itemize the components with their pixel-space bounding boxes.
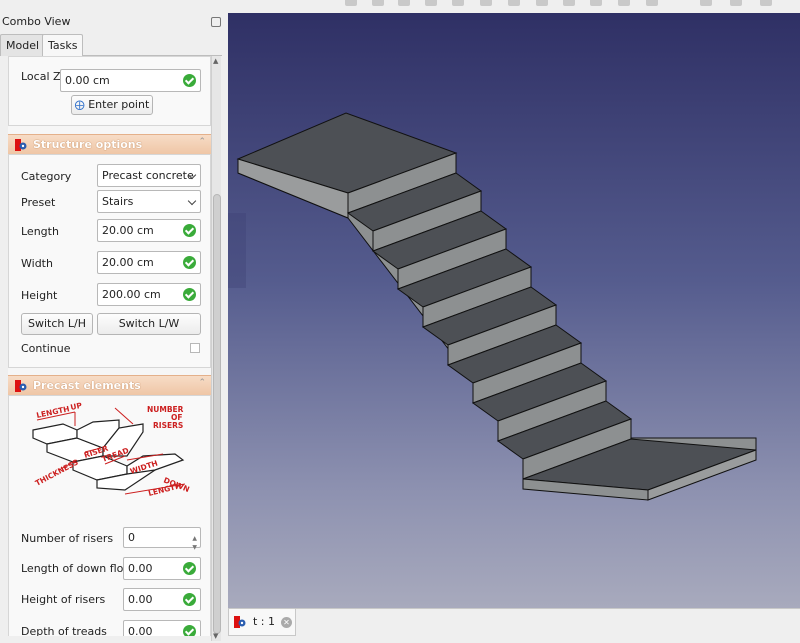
category-dropdown[interactable]: Precast concrete (97, 164, 201, 187)
down-floor-value: 0.00 (128, 562, 153, 575)
number-of-risers-value: 0 (128, 531, 135, 544)
precast-elements-title: Precast elements (33, 379, 141, 392)
height-of-risers-value: 0.00 (128, 593, 153, 606)
category-value: Precast concrete (102, 169, 194, 182)
switch-lw-button[interactable]: Switch L/W (97, 313, 201, 335)
valid-check-icon (183, 256, 196, 269)
number-of-risers-label: Number of risers (21, 532, 114, 545)
local-z-label: Local Z (21, 70, 61, 83)
spin-down-icon[interactable]: ▼ (192, 538, 197, 557)
length-value: 20.00 cm (102, 224, 154, 237)
collapse-icon[interactable]: ⌃ (198, 378, 206, 388)
precast-elements-header[interactable]: Precast elements ⌃ (8, 375, 211, 395)
structure-options-header[interactable]: Structure options ⌃ (8, 134, 211, 154)
crosshair-icon: ⨁ (74, 100, 85, 111)
toolbar-button[interactable] (700, 0, 712, 6)
length-field[interactable]: 20.00 cm (97, 219, 201, 242)
toolbar-button[interactable] (452, 0, 464, 6)
preset-value: Stairs (102, 195, 134, 208)
valid-check-icon (183, 593, 196, 606)
depth-of-treads-value: 0.00 (128, 625, 153, 636)
stairs-diagram: LENGTH UP NUMBER OF RISERS RISER TREAD T… (32, 401, 191, 498)
down-floor-label: Length of down floor (21, 562, 135, 575)
preset-dropdown[interactable]: Stairs (97, 190, 201, 213)
document-tabbar: t : 1 ✕ (228, 608, 800, 643)
valid-check-icon (183, 625, 196, 636)
toolbar-button[interactable] (508, 0, 520, 6)
toolbar-button[interactable] (398, 0, 410, 6)
diagram-label-risers: RISERS (153, 421, 183, 430)
toolbar-button[interactable] (563, 0, 575, 6)
height-of-risers-field[interactable]: 0.00 (123, 588, 201, 611)
toolbar-button[interactable] (730, 0, 742, 6)
width-label: Width (21, 257, 53, 270)
task-panel-scrollbar[interactable]: ▲ ▼ (211, 56, 221, 641)
switch-lh-button[interactable]: Switch L/H (21, 313, 93, 335)
toolbar-button[interactable] (618, 0, 630, 6)
toolbar-strip (0, 0, 800, 8)
height-value: 200.00 cm (102, 288, 161, 301)
undock-icon[interactable] (211, 17, 221, 27)
chevron-down-icon (187, 196, 197, 206)
diagram-label-up: UP (70, 401, 84, 412)
precast-elements-body: LENGTH UP NUMBER OF RISERS RISER TREAD T… (8, 395, 211, 636)
valid-check-icon (183, 224, 196, 237)
scroll-up-icon[interactable]: ▲ (213, 57, 218, 65)
toolbar-button[interactable] (590, 0, 602, 6)
height-label: Height (21, 289, 58, 302)
continue-checkbox[interactable] (190, 343, 200, 353)
width-field[interactable]: 20.00 cm (97, 251, 201, 274)
valid-check-icon (183, 74, 196, 87)
scroll-down-icon[interactable]: ▼ (213, 632, 218, 640)
valid-check-icon (183, 562, 196, 575)
width-value: 20.00 cm (102, 256, 154, 269)
enter-point-button[interactable]: ⨁ Enter point (71, 95, 153, 115)
task-panel: Local Z 0.00 cm ⨁ Enter point Structure … (8, 56, 211, 636)
stairs-3d-model (228, 112, 757, 501)
toolbar-button[interactable] (345, 0, 357, 6)
toolbar-button[interactable] (760, 0, 772, 6)
arch-workbench-icon (234, 616, 246, 628)
structure-options-body: Category Precast concrete Preset Stairs … (8, 154, 211, 368)
local-z-field[interactable]: 0.00 cm (60, 69, 201, 92)
toolbar-button[interactable] (372, 0, 384, 6)
tab-tasks[interactable]: Tasks (42, 34, 84, 57)
arch-workbench-icon (15, 380, 27, 392)
down-floor-field[interactable]: 0.00 (123, 557, 201, 580)
height-of-risers-label: Height of risers (21, 593, 106, 606)
toolbar-button[interactable] (536, 0, 548, 6)
document-tab-name: t : 1 (253, 615, 276, 628)
preset-label: Preset (21, 196, 56, 209)
depth-of-treads-field[interactable]: 0.00 (123, 620, 201, 636)
depth-of-treads-label: Depth of treads (21, 625, 107, 636)
height-field[interactable]: 200.00 cm (97, 283, 201, 306)
structure-options-title: Structure options (33, 138, 143, 151)
close-icon[interactable]: ✕ (281, 617, 292, 628)
toolbar-button[interactable] (646, 0, 658, 6)
scrollbar-thumb[interactable] (213, 194, 221, 634)
number-of-risers-spinbox[interactable]: 0 ▲ ▼ (123, 527, 201, 551)
combo-view-tabs: Model Tasks (0, 34, 226, 57)
collapse-icon[interactable]: ⌃ (198, 137, 206, 147)
continue-label: Continue (21, 342, 71, 355)
length-label: Length (21, 225, 59, 238)
diagram-label-thickness: THICKNESS (34, 458, 80, 488)
3d-viewport[interactable] (228, 13, 800, 608)
local-z-value: 0.00 cm (65, 74, 110, 87)
toolbar-button[interactable] (480, 0, 492, 6)
valid-check-icon (183, 288, 196, 301)
combo-view-panel: Combo View Model Tasks Local Z 0.00 cm ⨁… (0, 8, 226, 643)
enter-point-label: Enter point (88, 98, 150, 111)
document-tab[interactable]: t : 1 ✕ (228, 609, 296, 636)
diagram-label-length-up: LENGTH (36, 404, 71, 420)
combo-view-title: Combo View (2, 15, 71, 28)
toolbar-button[interactable] (425, 0, 437, 6)
point-section: Local Z 0.00 cm ⨁ Enter point (8, 56, 211, 126)
category-label: Category (21, 170, 72, 183)
arch-workbench-icon (15, 139, 27, 151)
tab-model[interactable]: Model (0, 34, 46, 56)
